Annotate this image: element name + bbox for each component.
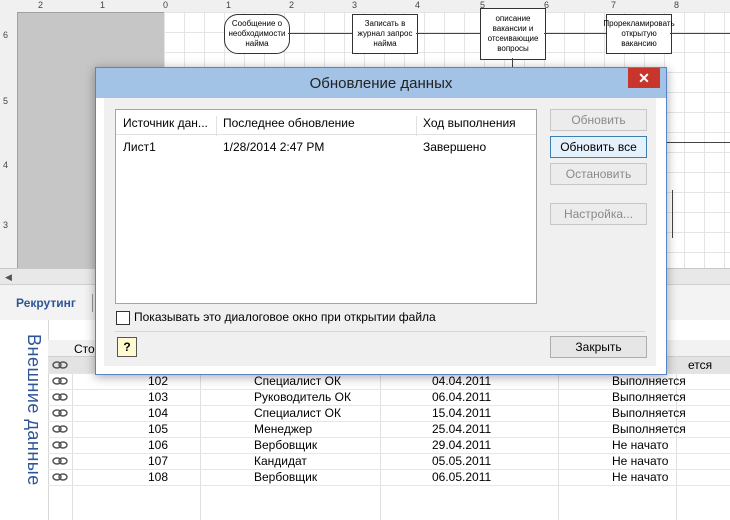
- row-status: Выполняется: [612, 390, 686, 404]
- link-icon: [52, 409, 68, 417]
- show-dialog-checkbox[interactable]: [116, 311, 130, 325]
- settings-button[interactable]: Настройка...: [550, 203, 647, 225]
- dialog-title: Обновление данных: [309, 75, 453, 92]
- table-row[interactable]: 108 Вербовщик 06.05.2011 Не начато: [48, 469, 730, 486]
- process-shape[interactable]: описание вакансии и отсеивающие вопросы: [480, 8, 546, 60]
- refresh-data-dialog: Обновление данных ✕ Источник дан... Посл…: [95, 67, 667, 375]
- refresh-button[interactable]: Обновить: [550, 109, 647, 131]
- row-status: Выполняется: [612, 406, 686, 420]
- link-icon: [52, 377, 68, 385]
- row-role: Менеджер: [254, 422, 313, 436]
- show-dialog-checkbox-label[interactable]: Показывать это диалоговое окно при откры…: [134, 310, 436, 324]
- process-shape[interactable]: Сообщение о необходимости найма: [224, 14, 290, 54]
- row-id: 105: [148, 422, 169, 436]
- ruler-top-number: 1: [100, 0, 106, 10]
- ruler-top-number: 3: [352, 0, 358, 10]
- row-role: Специалист ОК: [254, 374, 341, 388]
- ruler-top-number: 4: [415, 0, 421, 10]
- data-sources-list[interactable]: Источник дан... Последнее обновление Ход…: [115, 109, 537, 304]
- scroll-left-icon[interactable]: ◀: [5, 272, 12, 283]
- row-date: 04.04.2011: [432, 374, 492, 388]
- tab-separator: [92, 294, 93, 312]
- link-icon: [52, 393, 68, 401]
- help-icon[interactable]: ?: [117, 337, 137, 357]
- ruler-left-number: 6: [3, 30, 9, 40]
- row-status: Не начато: [612, 470, 669, 484]
- link-icon: [52, 473, 68, 481]
- connector-arrow[interactable]: [288, 33, 352, 34]
- table-row[interactable]: 104 Специалист ОК 15.04.2011 Выполняется: [48, 405, 730, 422]
- row-date: 25.04.2011: [432, 422, 492, 436]
- column-header-last-update[interactable]: Последнее обновление: [223, 116, 355, 130]
- row-role: Специалист ОК: [254, 406, 341, 420]
- row-date: 06.05.2011: [432, 470, 492, 484]
- last-update-value: 1/28/2014 2:47 PM: [223, 140, 325, 154]
- column-header-source[interactable]: Источник дан...: [123, 116, 208, 130]
- ruler-left-number: 4: [3, 160, 9, 170]
- dialog-frame: Источник дан... Последнее обновление Ход…: [104, 98, 656, 366]
- row-role: Вербовщик: [254, 470, 318, 484]
- ruler-top-number: 8: [674, 0, 680, 10]
- row-id: 103: [148, 390, 169, 404]
- table-row[interactable]: 106 Вербовщик 29.04.2011 Не начато: [48, 437, 730, 454]
- dialog-content: Источник дан... Последнее обновление Ход…: [104, 98, 656, 366]
- close-icon[interactable]: ✕: [628, 68, 660, 88]
- row-date: 15.04.2011: [432, 406, 492, 420]
- column-divider[interactable]: [216, 116, 217, 136]
- ruler-top-number: 7: [611, 0, 617, 10]
- divider: [115, 331, 645, 332]
- connector-line[interactable]: [672, 190, 673, 238]
- row-id: 106: [148, 438, 169, 452]
- row-id: 108: [148, 470, 169, 484]
- connector-arrow[interactable]: [670, 33, 730, 34]
- row-status: Не начато: [612, 438, 669, 452]
- row-status: Не начато: [612, 454, 669, 468]
- table-row[interactable]: 105 Менеджер 25.04.2011 Выполняется: [48, 421, 730, 438]
- table-row[interactable]: 107 Кандидат 05.05.2011 Не начато: [48, 453, 730, 470]
- tab-recruiting[interactable]: Рекрутинг: [16, 296, 76, 310]
- row-date: 06.04.2011: [432, 390, 492, 404]
- row-status: Выполняется: [612, 422, 686, 436]
- row-id: 102: [148, 374, 169, 388]
- progress-value: Завершено: [423, 140, 487, 154]
- row-role: Кандидат: [254, 454, 307, 468]
- ruler-top-number: 0: [163, 0, 169, 10]
- row-id: 107: [148, 454, 169, 468]
- table-row[interactable]: 103 Руководитель ОК 06.04.2011 Выполняет…: [48, 389, 730, 406]
- column-header-progress[interactable]: Ход выполнения: [423, 116, 516, 130]
- row-status: ется: [688, 358, 713, 372]
- connector-arrow[interactable]: [544, 33, 606, 34]
- row-date: 29.04.2011: [432, 438, 492, 452]
- column-header[interactable]: Сто: [74, 342, 95, 356]
- ruler-left-number: 3: [3, 220, 9, 230]
- row-role: Вербовщик: [254, 438, 318, 452]
- row-id: 104: [148, 406, 169, 420]
- process-shape[interactable]: Прорекламировать открытую вакансию: [603, 14, 675, 54]
- refresh-all-button[interactable]: Обновить все: [550, 136, 647, 158]
- ruler-top-number: 1: [226, 0, 232, 10]
- source-name: Лист1: [123, 140, 156, 154]
- row-date: 05.05.2011: [432, 454, 492, 468]
- stop-button[interactable]: Остановить: [550, 163, 647, 185]
- connector-line[interactable]: [664, 142, 730, 143]
- ruler-top-number: 2: [289, 0, 295, 10]
- close-button[interactable]: Закрыть: [550, 336, 647, 358]
- column-divider[interactable]: [416, 116, 417, 136]
- row-status: Выполняется: [612, 374, 686, 388]
- link-icon: [52, 361, 68, 369]
- ruler-left: 6 5 4 3: [0, 12, 18, 268]
- link-icon: [52, 457, 68, 465]
- dialog-titlebar[interactable]: Обновление данных ✕: [96, 68, 666, 98]
- process-shape[interactable]: Записать в журнал запрос найма: [352, 14, 418, 54]
- external-data-title-strip: Внешние данные: [0, 320, 49, 520]
- row-role: Руководитель ОК: [254, 390, 351, 404]
- ruler-top-number: 2: [38, 0, 44, 10]
- list-header: Источник дан... Последнее обновление Ход…: [116, 110, 536, 136]
- external-data-title: Внешние данные: [24, 334, 44, 486]
- connector-arrow[interactable]: [416, 33, 480, 34]
- ruler-left-number: 5: [3, 96, 9, 106]
- link-icon: [52, 425, 68, 433]
- table-row[interactable]: 102 Специалист ОК 04.04.2011 Выполняется: [48, 373, 730, 390]
- link-icon: [52, 441, 68, 449]
